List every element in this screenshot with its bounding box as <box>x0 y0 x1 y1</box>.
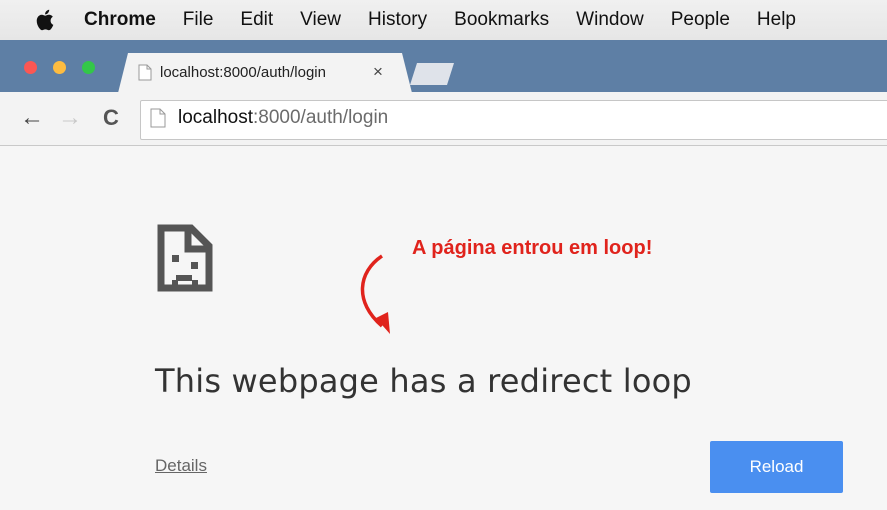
window-minimize-button[interactable] <box>53 61 66 74</box>
details-link[interactable]: Details <box>155 456 207 476</box>
menu-window[interactable]: Window <box>576 9 644 31</box>
tab-title: localhost:8000/auth/login <box>160 64 326 81</box>
url-path: :8000/auth/login <box>253 107 389 128</box>
menu-app-chrome[interactable]: Chrome <box>84 9 156 31</box>
reload-button-label: Reload <box>749 457 804 476</box>
back-icon[interactable]: ← <box>20 104 44 132</box>
curved-arrow-icon <box>352 252 402 347</box>
reload-button[interactable]: Reload <box>710 441 843 493</box>
menu-file[interactable]: File <box>183 9 214 31</box>
address-url[interactable]: localhost:8000/auth/login <box>178 107 388 129</box>
page-icon <box>138 64 152 86</box>
window-close-button[interactable] <box>24 61 37 74</box>
menu-history[interactable]: History <box>368 9 427 31</box>
window-zoom-button[interactable] <box>82 61 95 74</box>
forward-icon[interactable]: → <box>58 104 82 132</box>
menu-bar: Chrome File Edit View History Bookmarks … <box>0 0 887 41</box>
url-host: localhost <box>178 107 253 128</box>
menu-help[interactable]: Help <box>757 9 796 31</box>
new-tab-button[interactable] <box>410 63 454 85</box>
annotation-text: A página entrou em loop! <box>412 237 653 259</box>
apple-logo-icon[interactable] <box>36 9 54 31</box>
menu-bookmarks[interactable]: Bookmarks <box>454 9 549 31</box>
sad-page-icon <box>155 222 215 299</box>
page-icon <box>150 108 166 133</box>
error-headline: This webpage has a redirect loop <box>155 362 692 400</box>
menu-edit[interactable]: Edit <box>240 9 273 31</box>
menu-people[interactable]: People <box>671 9 730 31</box>
menu-view[interactable]: View <box>300 9 341 31</box>
tab-close-icon[interactable]: × <box>373 62 383 82</box>
reload-icon[interactable]: C <box>103 104 119 132</box>
